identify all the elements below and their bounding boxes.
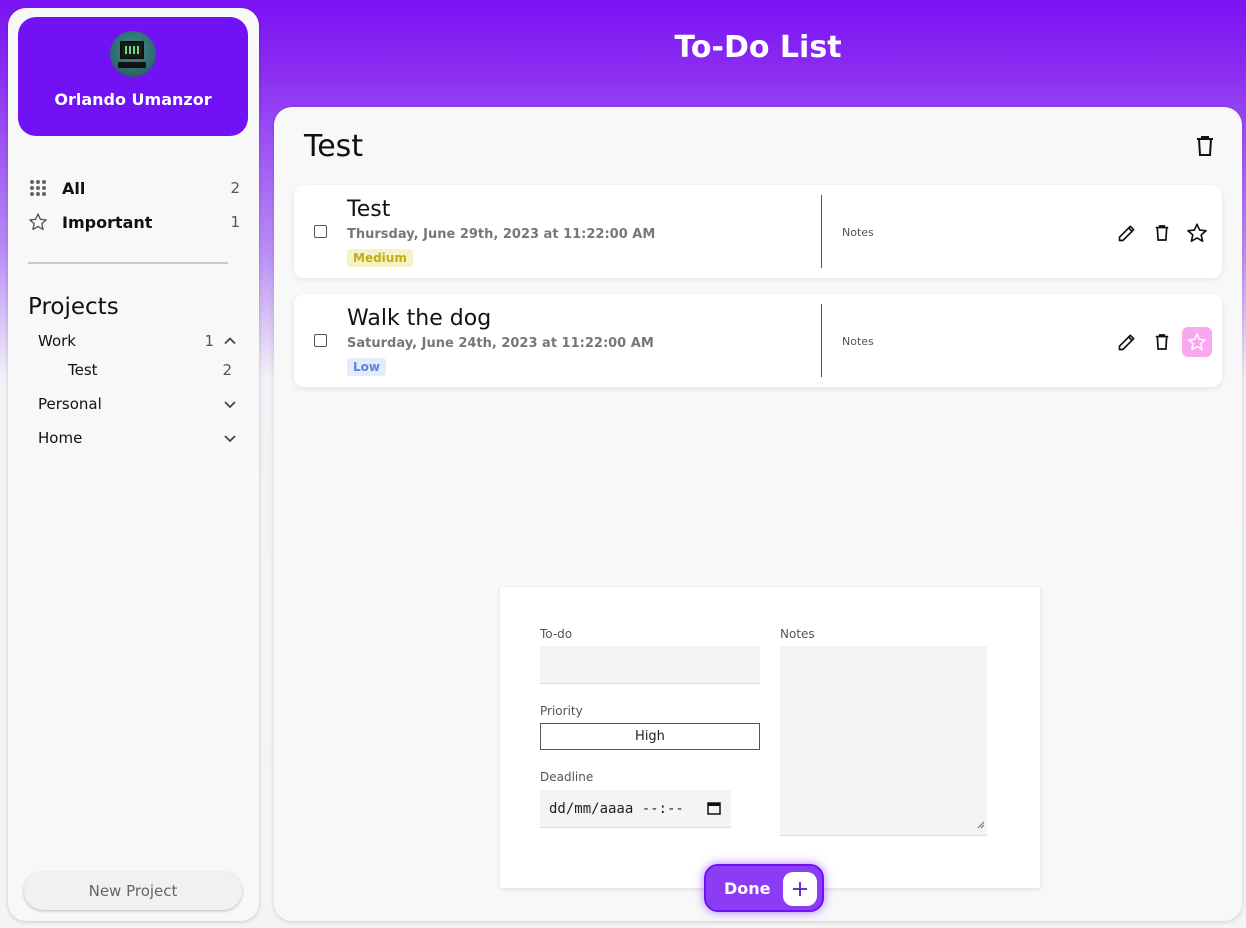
avatar[interactable] — [110, 31, 156, 77]
nav-item-important[interactable]: Important 1 — [28, 209, 240, 235]
chevron-down-icon[interactable] — [222, 397, 238, 411]
project-item-home[interactable]: Home — [38, 427, 238, 449]
page-title: Test — [304, 129, 364, 164]
priority-badge: Medium — [347, 249, 413, 267]
project-label: Personal — [38, 395, 102, 413]
profile-name: Orlando Umanzor — [54, 90, 212, 109]
divider — [28, 262, 228, 264]
nav-item-count: 2 — [230, 179, 240, 197]
project-label: Test — [68, 361, 98, 379]
trash-icon[interactable] — [1147, 218, 1177, 248]
notes-label: Notes — [780, 627, 815, 641]
project-label: Home — [38, 429, 83, 447]
nav-item-label: All — [62, 178, 86, 198]
done-button[interactable]: Done — [704, 864, 824, 912]
new-task-form: To-do Priority High Deadline dd/mm/aaaa … — [500, 587, 1040, 888]
task-date: Saturday, June 24th, 2023 at 11:22:00 AM — [347, 336, 654, 351]
priority-select[interactable]: High — [540, 723, 760, 750]
task-card: Walk the dog Saturday, June 24th, 2023 a… — [294, 294, 1222, 387]
nav-item-all[interactable]: All 2 — [28, 175, 240, 201]
divider — [821, 195, 822, 268]
priority-label: Priority — [540, 704, 583, 718]
star-filled-icon[interactable] — [1182, 327, 1212, 357]
task-date: Thursday, June 29th, 2023 at 11:22:00 AM — [347, 227, 656, 242]
nav-item-count: 1 — [230, 213, 240, 231]
project-count: 1 — [204, 332, 214, 350]
resize-handle-icon[interactable] — [977, 814, 985, 833]
task-checkbox[interactable] — [314, 225, 327, 238]
delete-project-icon[interactable] — [1196, 135, 1214, 157]
chevron-down-icon[interactable] — [222, 431, 238, 445]
star-outline-icon — [28, 212, 48, 232]
divider — [821, 304, 822, 377]
project-label: Work — [38, 332, 76, 350]
calendar-icon[interactable] — [707, 801, 721, 819]
deadline-label: Deadline — [540, 770, 594, 784]
todo-label: To-do — [540, 627, 573, 641]
edit-icon[interactable] — [1112, 218, 1142, 248]
task-card: Test Thursday, June 29th, 2023 at 11:22:… — [294, 185, 1222, 278]
plus-icon[interactable] — [783, 872, 817, 906]
profile-card: Orlando Umanzor — [18, 17, 248, 136]
todo-input[interactable] — [540, 646, 760, 684]
nav-item-label: Important — [62, 212, 153, 232]
star-icon[interactable] — [1182, 218, 1212, 248]
project-count: 2 — [222, 361, 232, 379]
edit-icon[interactable] — [1112, 327, 1142, 357]
trash-icon[interactable] — [1147, 327, 1177, 357]
priority-badge: Low — [347, 358, 386, 376]
project-subitem-test[interactable]: Test 2 — [68, 359, 238, 381]
done-label: Done — [724, 878, 771, 898]
notes-textarea[interactable] — [780, 646, 987, 836]
task-title: Walk the dog — [347, 306, 492, 331]
sidebar: Orlando Umanzor All 2 Important 1 Projec… — [8, 8, 259, 921]
project-item-personal[interactable]: Personal — [38, 393, 238, 415]
new-project-button[interactable]: New Project — [24, 872, 242, 910]
task-title: Test — [347, 197, 391, 222]
task-notes: Notes — [842, 226, 874, 239]
deadline-input[interactable]: dd/mm/aaaa --:-- — [540, 790, 731, 828]
deadline-placeholder: dd/mm/aaaa --:-- — [549, 800, 684, 817]
task-notes: Notes — [842, 335, 874, 348]
grid-icon — [28, 178, 48, 198]
project-item-work[interactable]: Work 1 — [38, 330, 238, 352]
chevron-up-icon[interactable] — [222, 334, 238, 348]
task-checkbox[interactable] — [314, 334, 327, 347]
app-title: To-Do List — [674, 30, 842, 65]
projects-heading: Projects — [28, 294, 119, 320]
